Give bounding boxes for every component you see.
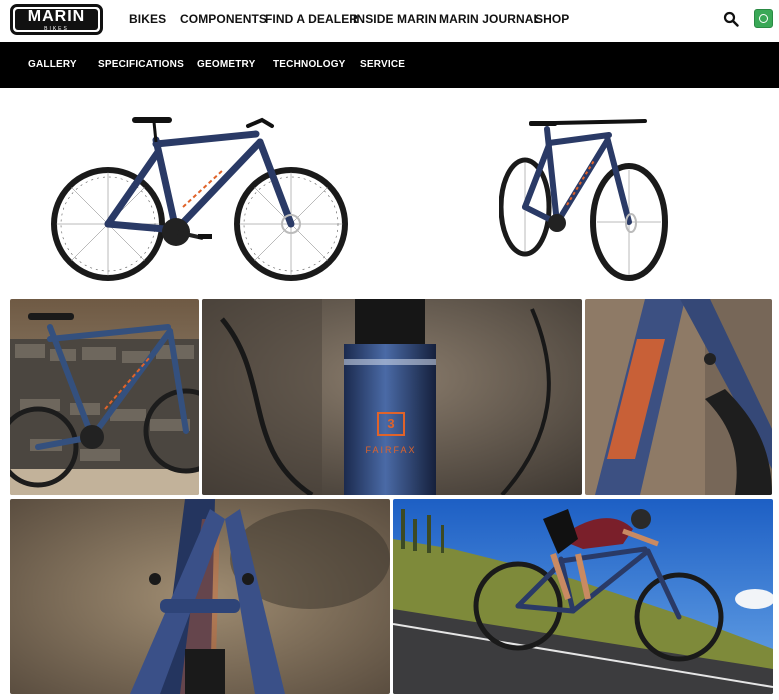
globe-icon[interactable] <box>754 9 773 28</box>
gallery-photo-bike-stone-wall[interactable] <box>10 299 199 495</box>
gallery-photo-rider-on-road[interactable] <box>393 499 773 694</box>
nav-item-bikes[interactable]: BIKES <box>129 12 166 26</box>
nav-item-marin-journal[interactable]: MARIN JOURNAL <box>439 12 541 26</box>
tab-service[interactable]: SERVICE <box>360 59 405 70</box>
badge-text: FAIRFAX <box>365 445 417 455</box>
tab-technology[interactable]: TECHNOLOGY <box>273 59 346 70</box>
nav-item-shop[interactable]: SHOP <box>535 12 569 26</box>
tab-gallery[interactable]: GALLERY <box>28 59 77 70</box>
bike-three-quarter-view-image[interactable] <box>499 115 669 283</box>
logo-wordmark: MARIN <box>27 8 86 25</box>
tab-geometry[interactable]: GEOMETRY <box>197 59 255 70</box>
nav-item-components[interactable]: COMPONENTS <box>180 12 267 26</box>
nav-item-inside-marin[interactable]: INSIDE MARIN <box>353 12 437 26</box>
badge-number: 3 <box>387 416 395 431</box>
gallery-photo-seatstay-bridge[interactable] <box>10 499 390 694</box>
product-subnav: GALLERY SPECIFICATIONS GEOMETRY TECHNOLO… <box>0 42 779 88</box>
gallery-photo-headtube-badge[interactable]: 3 FAIRFAX <box>202 299 582 495</box>
top-navigation: MARIN BIKES BIKES COMPONENTS FIND A DEAL… <box>0 0 779 42</box>
globe-circle <box>759 14 768 23</box>
bike-side-view-image[interactable] <box>48 112 353 290</box>
logo-subtitle: BIKES <box>44 26 69 32</box>
tab-specifications[interactable]: SPECIFICATIONS <box>98 59 184 70</box>
gallery-photo-seattube-decal[interactable] <box>585 299 772 495</box>
nav-item-find-a-dealer[interactable]: FIND A DEALER <box>265 12 358 26</box>
search-icon[interactable] <box>723 11 739 27</box>
marin-logo[interactable]: MARIN BIKES <box>10 4 103 35</box>
